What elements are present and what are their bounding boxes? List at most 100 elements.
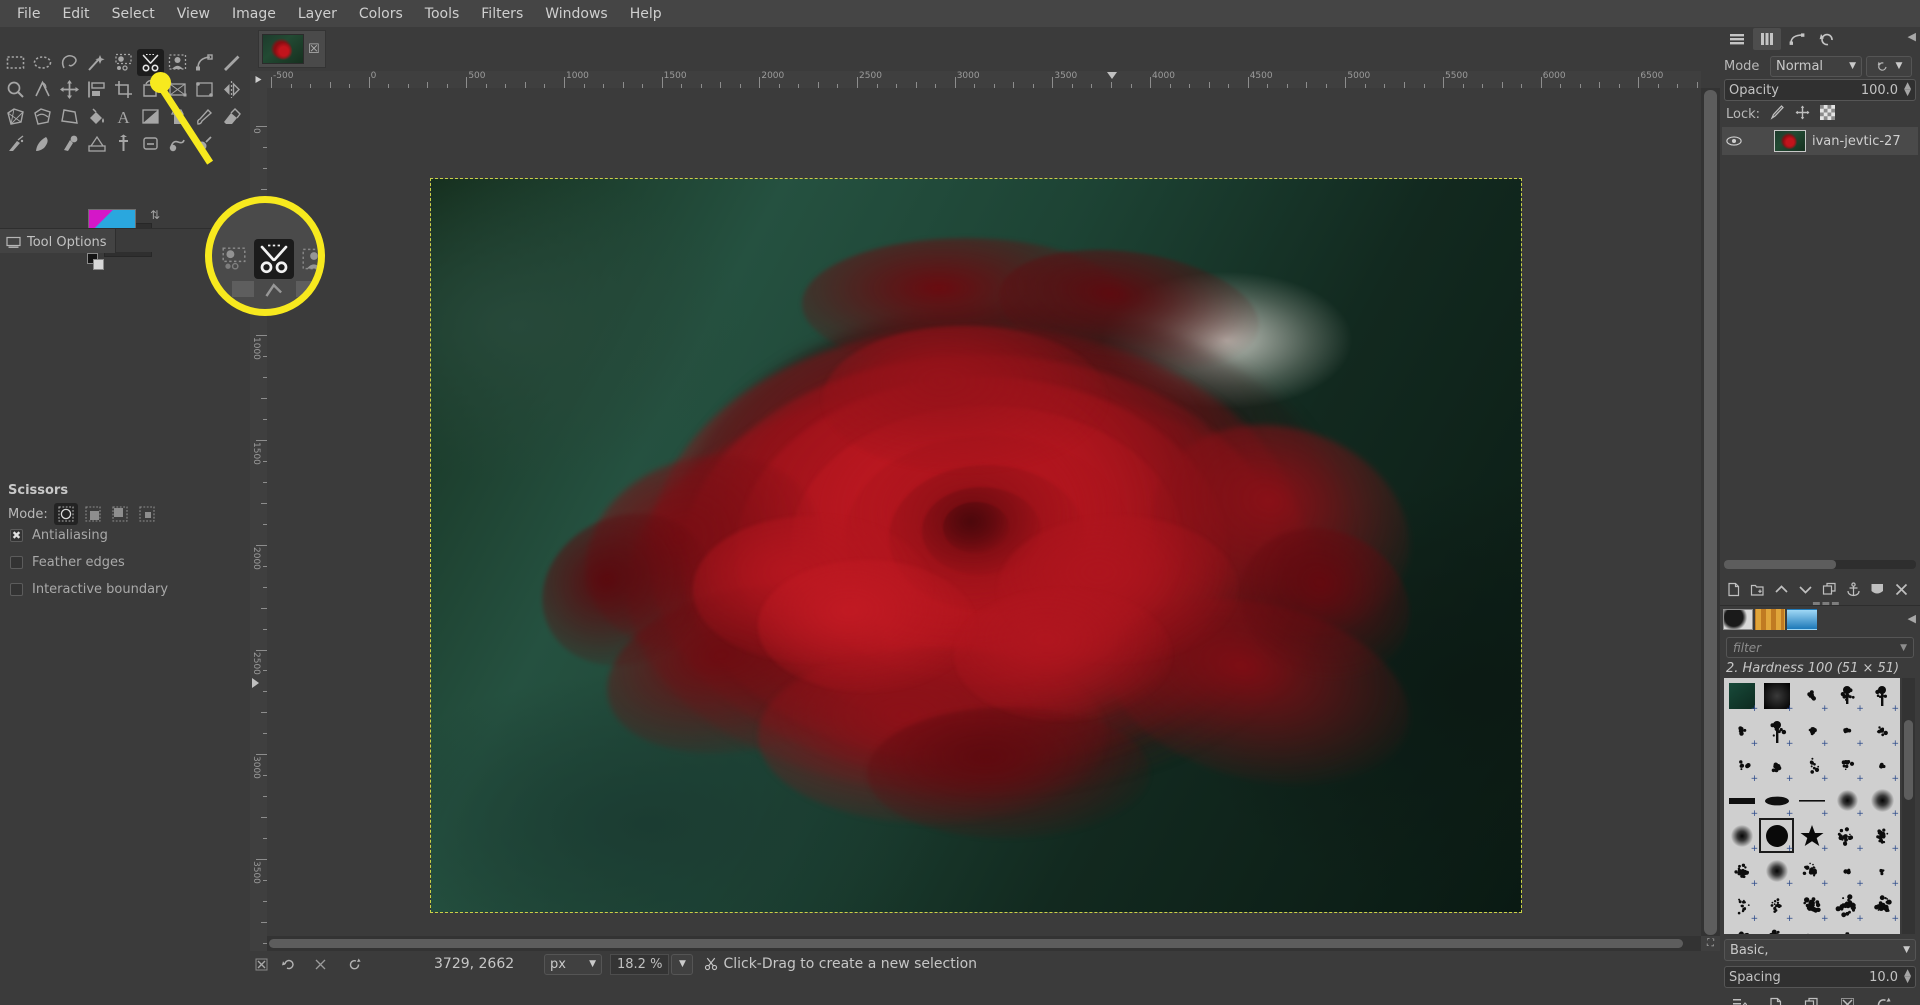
brush-thumbnail[interactable]: + [1794,713,1829,748]
bucket-fill-icon[interactable] [83,103,110,130]
menu-image[interactable]: Image [221,2,287,26]
brush-thumbnail[interactable]: + [1865,923,1900,934]
rotate-icon[interactable] [137,76,164,103]
tab-undo-history[interactable] [1813,28,1841,50]
brush-thumbnail[interactable]: + [1794,818,1829,853]
brush-thumbnail[interactable]: + [1830,888,1865,923]
brush-panel-menu-icon[interactable]: ◀ [1908,612,1916,625]
cancel-icon[interactable] [250,958,272,971]
brush-thumbnail[interactable]: + [1830,713,1865,748]
menu-windows[interactable]: Windows [534,2,619,26]
brush-thumbnail[interactable]: + [1759,888,1794,923]
zoom-dropdown[interactable]: ▼ [671,954,693,975]
brush-thumbnail[interactable]: + [1865,713,1900,748]
free-select-icon[interactable] [56,49,83,76]
mode-reset-button[interactable]: ▼ [1866,56,1912,77]
menu-edit[interactable]: Edit [51,2,100,26]
measure-icon[interactable] [29,76,56,103]
brush-thumbnail[interactable]: + [1724,678,1759,713]
color-picker-icon[interactable] [218,49,245,76]
brush-thumbnail[interactable]: + [1724,783,1759,818]
ruler-origin-icon[interactable] [250,71,267,88]
menu-select[interactable]: Select [101,2,166,26]
menu-view[interactable]: View [166,2,221,26]
lower-layer-icon[interactable] [1794,579,1816,599]
brush-thumbnail[interactable]: + [1794,853,1829,888]
brush-filter-input[interactable]: filter ▼ [1726,637,1914,658]
interactive-boundary-checkbox[interactable]: Interactive boundary [10,582,168,597]
horizontal-ruler[interactable]: -500 0 500 1000 1500 2000 2500 3000 3500 4000 4500… [267,71,1701,88]
brush-thumbnail[interactable]: + [1865,783,1900,818]
tab-gradients[interactable] [1787,609,1817,630]
flip-icon[interactable] [218,76,245,103]
new-layer-icon[interactable] [1722,579,1744,599]
mode-replace[interactable] [54,503,78,525]
foreground-select-icon[interactable] [164,49,191,76]
checkbox-box[interactable] [10,556,23,569]
gradient-icon[interactable] [137,103,164,130]
fuzzy-select-icon[interactable] [83,49,110,76]
brush-thumbnail[interactable]: + [1724,888,1759,923]
scissors-select-icon[interactable] [137,49,164,76]
brush-thumbnail[interactable]: + [1759,783,1794,818]
lock-position-icon[interactable] [1795,105,1810,124]
brush-thumbnail[interactable]: + [1759,748,1794,783]
redo-icon[interactable] [304,957,336,972]
brush-thumbnail[interactable]: + [1794,748,1829,783]
edit-brush-icon[interactable] [1722,994,1756,1005]
ellipse-select-icon[interactable] [29,49,56,76]
brush-thumbnail[interactable]: + [1794,923,1829,934]
antialiasing-checkbox[interactable]: ✖ Antialiasing [10,528,108,543]
mypaint-brush-icon[interactable] [56,130,83,157]
refresh-icon[interactable] [336,957,372,972]
mode-add[interactable] [81,503,105,525]
mode-subtract[interactable] [108,503,132,525]
tab-layers[interactable] [1723,28,1751,50]
new-brush-icon[interactable] [1758,994,1792,1005]
brush-thumbnail[interactable]: + [1724,818,1759,853]
brush-thumbnail[interactable]: + [1865,748,1900,783]
brush-thumbnail[interactable]: + [1830,853,1865,888]
lock-pixels-icon[interactable] [1770,105,1785,124]
menu-filters[interactable]: Filters [470,2,534,26]
brush-thumbnail[interactable]: + [1830,748,1865,783]
heal-icon[interactable] [110,130,137,157]
brush-thumbnail[interactable]: + [1759,853,1794,888]
document-tab[interactable]: ☒ [258,30,326,68]
image-canvas[interactable] [431,179,1521,912]
ink-icon[interactable] [29,130,56,157]
lock-alpha-icon[interactable] [1820,105,1835,124]
refresh-brushes-icon[interactable] [1866,994,1900,1005]
handle-transform-icon[interactable] [191,76,218,103]
brush-thumbnail[interactable]: + [1724,853,1759,888]
brush-thumbnail[interactable]: + [1865,888,1900,923]
smudge-icon[interactable] [164,130,191,157]
brush-thumbnail[interactable]: + [1830,783,1865,818]
menu-colors[interactable]: Colors [348,2,414,26]
tab-patterns[interactable] [1755,609,1785,630]
brush-thumbnail[interactable]: + [1759,678,1794,713]
anchor-layer-icon[interactable] [1842,579,1864,599]
brush-thumbnail[interactable]: + [1794,678,1829,713]
rectangle-select-icon[interactable] [2,49,29,76]
checkbox-box[interactable] [10,583,23,596]
pencil-icon[interactable] [83,130,110,157]
horizontal-scrollbar[interactable] [267,936,1701,951]
dodge-burn-icon[interactable] [191,130,218,157]
brush-thumbnail[interactable]: + [1865,678,1900,713]
layers-scrollbar[interactable] [1724,560,1916,569]
vertical-ruler[interactable]: 05001000150020002500300035004000 [250,88,267,951]
close-icon[interactable]: ☒ [308,42,320,57]
brush-thumbnail[interactable]: + [1865,853,1900,888]
opacity-slider[interactable]: Opacity 100.0 ▲ ▼ [1724,79,1916,101]
zoom-value[interactable]: 18.2 % [610,954,669,975]
spacing-slider[interactable]: Spacing 10.0 ▲ ▼ [1724,966,1916,988]
warp-transform-icon[interactable] [29,103,56,130]
brush-thumbnail[interactable]: + [1759,923,1794,934]
brush-tag-select[interactable]: Basic, ▼ [1724,939,1916,961]
new-layer-group-icon[interactable] [1746,579,1768,599]
delete-layer-icon[interactable] [1890,579,1912,599]
menu-help[interactable]: Help [619,2,673,26]
undo-icon[interactable] [272,957,304,972]
brush-thumbnail[interactable]: + [1830,818,1865,853]
